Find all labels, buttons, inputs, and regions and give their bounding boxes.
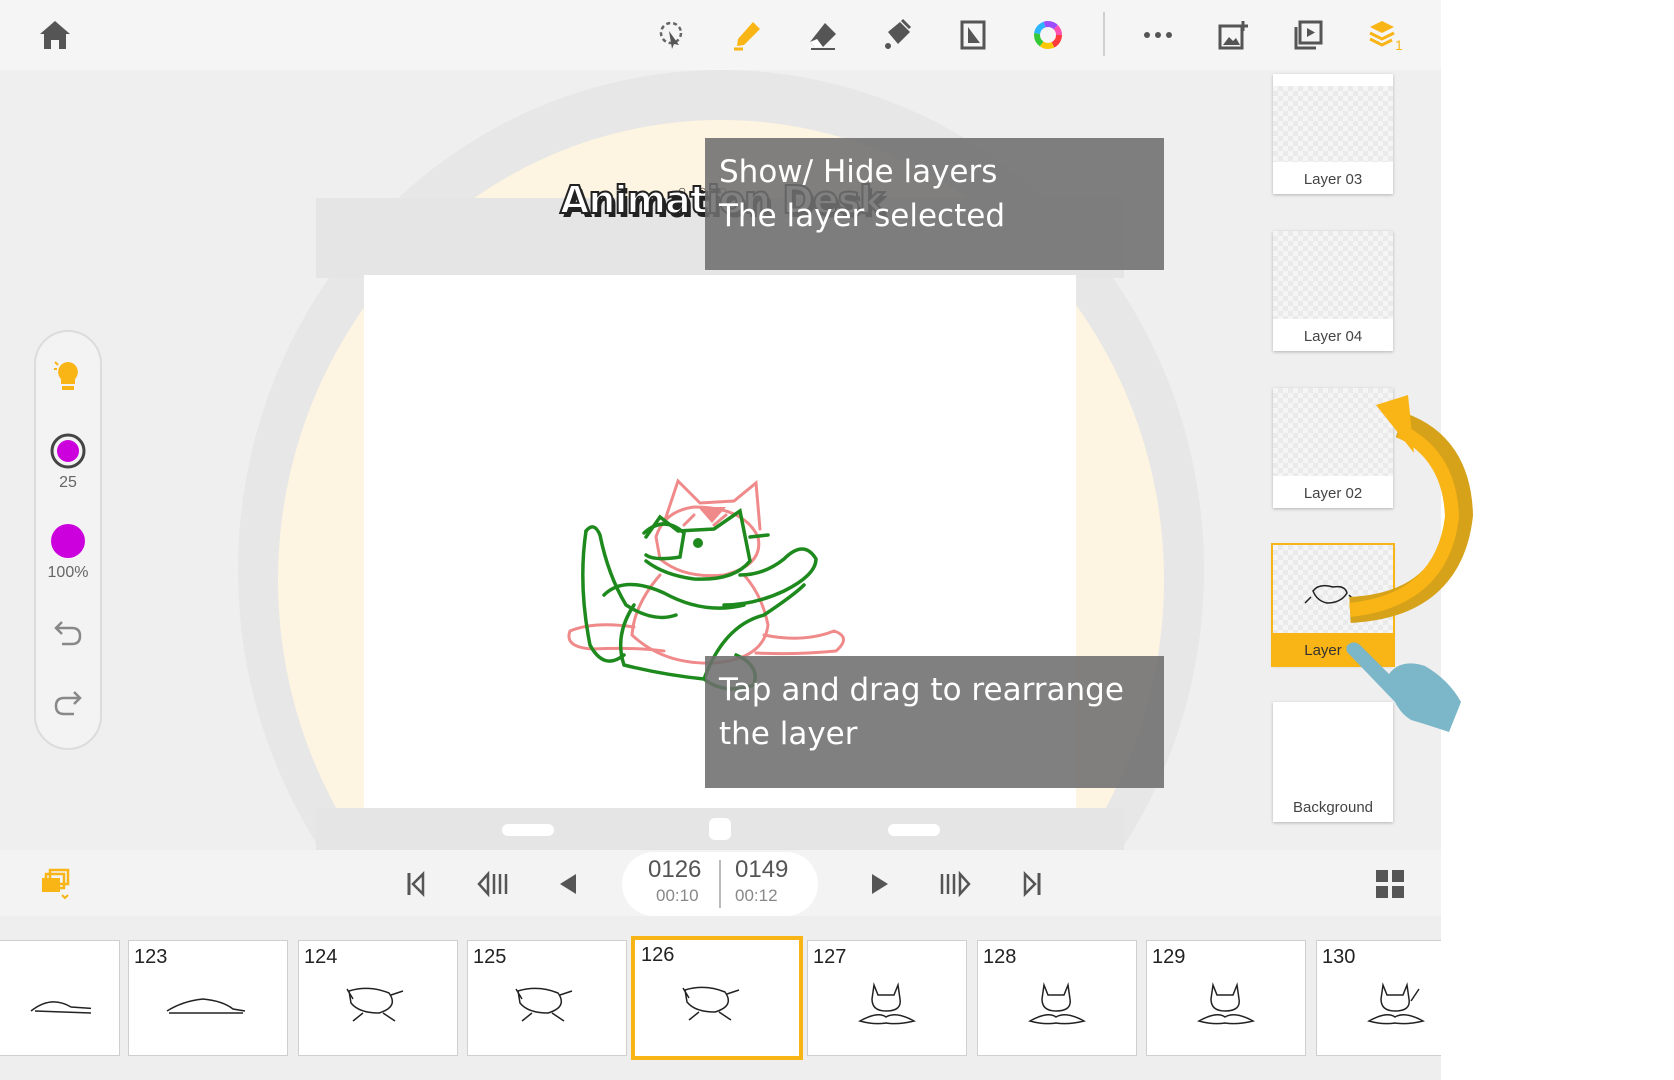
app-window: 1 Animation ○ Show/ Hide layers The laye…: [0, 0, 1441, 1080]
more-icon[interactable]: [1137, 14, 1179, 56]
tooltip-show-hide: Show/ Hide layers The layer selected: [705, 138, 1164, 270]
color-wheel-icon[interactable]: [1027, 14, 1069, 56]
redo-icon[interactable]: [36, 688, 100, 718]
lasso-icon[interactable]: [650, 14, 692, 56]
handle-left[interactable]: [502, 824, 554, 836]
prev-frame-icon[interactable]: [548, 864, 588, 904]
frame-number: 130: [1322, 946, 1356, 968]
layer-thumbnail: [1273, 231, 1393, 319]
total-time: 00:12: [735, 886, 778, 905]
frame-counter[interactable]: 0126 00:10 0149 00:12: [622, 852, 818, 916]
next-keyframe-icon[interactable]: [936, 864, 976, 904]
frame-number: 127: [813, 946, 847, 968]
frames-stack-icon[interactable]: [36, 864, 76, 904]
layers-count: 1: [1395, 37, 1402, 51]
pen-icon[interactable]: [726, 14, 768, 56]
handle-right[interactable]: [888, 824, 940, 836]
canvas-frame-bottom: [316, 808, 1124, 850]
layer-name: Layer 04: [1303, 328, 1363, 345]
layer-item[interactable]: Layer 04: [1273, 231, 1393, 351]
counter-divider: [719, 860, 721, 908]
top-toolbar: 1: [0, 0, 1441, 70]
current-frame: 0126: [648, 856, 702, 883]
tooltip-line: Show/ Hide layers: [719, 154, 998, 190]
layer-name: Layer 03: [1303, 171, 1363, 188]
frame-thumbnail[interactable]: 127: [807, 940, 967, 1056]
brush-size-icon: [50, 433, 86, 469]
frame-number: 123: [134, 946, 168, 968]
tooltip-line: Tap and drag to rearrange: [719, 672, 1124, 708]
frame-thumbnail[interactable]: 123: [128, 940, 288, 1056]
last-frame-icon[interactable]: [1012, 864, 1052, 904]
frame-number: 129: [1152, 946, 1186, 968]
tooltip-rearrange: Tap and drag to rearrange the layer: [705, 656, 1164, 788]
layer-name: Background: [1292, 799, 1374, 816]
lightbulb-icon[interactable]: [36, 358, 100, 394]
home-icon[interactable]: [34, 14, 76, 56]
frame-thumbnail[interactable]: [0, 940, 120, 1056]
fill-bucket-icon[interactable]: [877, 14, 919, 56]
play-preview-icon[interactable]: [1287, 14, 1329, 56]
ruler-icon[interactable]: [952, 14, 994, 56]
frame-number: 126: [641, 944, 675, 966]
current-time: 00:10: [656, 886, 699, 905]
frame-number: 128: [983, 946, 1017, 968]
layer-item[interactable]: Layer 03: [1273, 74, 1393, 194]
brush-size-value: 25: [59, 474, 77, 491]
frame-thumbnail[interactable]: 128: [977, 940, 1137, 1056]
drawing-stage: Animation Desk ○ ○ ○ Show/ Hide layers T…: [0, 70, 1441, 850]
layer-thumbnail: [1273, 86, 1393, 162]
frame-thumbnail[interactable]: 130: [1316, 940, 1441, 1056]
handle-center[interactable]: [709, 818, 731, 840]
tool-panel: 25 100%: [34, 330, 102, 750]
play-icon[interactable]: [860, 864, 900, 904]
prev-keyframe-icon[interactable]: [472, 864, 512, 904]
frame-thumbnail[interactable]: 129: [1146, 940, 1306, 1056]
eraser-icon[interactable]: [802, 14, 844, 56]
brush-size-control[interactable]: 25: [36, 432, 100, 492]
frame-number: 125: [473, 946, 507, 968]
frame-thumbnail-current[interactable]: 126: [631, 936, 803, 1060]
undo-icon[interactable]: [36, 618, 100, 648]
first-frame-icon[interactable]: [396, 864, 436, 904]
tooltip-line: The layer selected: [719, 198, 1005, 234]
grid-view-icon[interactable]: [1370, 864, 1410, 904]
total-frames: 0149: [735, 856, 789, 883]
layers-icon[interactable]: 1: [1364, 14, 1406, 56]
hand-pointer-icon: [1346, 642, 1461, 732]
frame-thumbnail[interactable]: 125: [467, 940, 627, 1056]
add-image-icon[interactable]: [1212, 14, 1254, 56]
opacity-control[interactable]: 100%: [36, 522, 100, 582]
frame-thumbnail[interactable]: 124: [298, 940, 458, 1056]
tooltip-line: the layer: [719, 716, 858, 752]
opacity-icon: [51, 524, 85, 558]
filmstrip: 123 124 125 126 127 128 129 130: [0, 916, 1441, 1080]
toolbar-divider: [1103, 12, 1105, 56]
frame-number: 124: [304, 946, 338, 968]
opacity-value: 100%: [47, 564, 89, 581]
